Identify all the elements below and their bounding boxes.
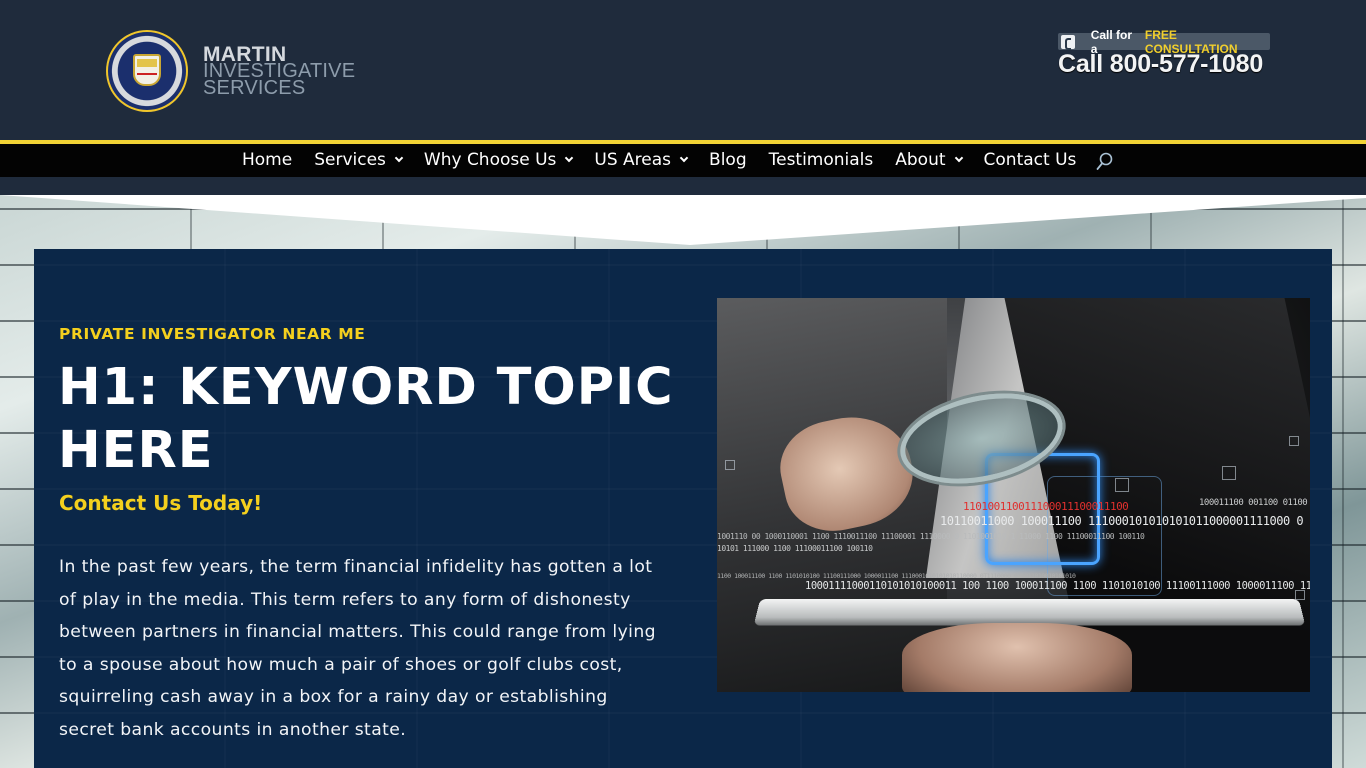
chevron-down-icon: [394, 153, 404, 162]
chevron-down-icon: [679, 153, 689, 162]
nav-item-label: Why Choose Us: [423, 150, 557, 170]
logo-wordmark: MARTIN INVESTIGATIVE SERVICES: [203, 44, 355, 99]
phone-icon: [1061, 34, 1075, 50]
logo-seal-icon: [106, 30, 188, 112]
chevron-down-icon: [565, 153, 574, 162]
free-consultation-bar: Call for a FREE CONSULTATION: [1058, 28, 1270, 56]
nav-item-why-choose-us[interactable]: Why Choose Us: [423, 150, 574, 170]
image-square: [1289, 436, 1299, 446]
nav-item-label: Home: [242, 150, 293, 170]
nav-item-services[interactable]: Services: [314, 150, 404, 170]
angled-divider: [0, 195, 1366, 245]
shield-emblem: [133, 54, 161, 86]
logo[interactable]: MARTIN INVESTIGATIVE SERVICES: [106, 30, 355, 112]
nav-item-label: US Areas: [594, 150, 672, 170]
chevron-down-icon: [954, 153, 963, 162]
search-icon[interactable]: [1096, 152, 1113, 171]
image-binary-right: 100011100 001100 01100 11: [1199, 498, 1310, 508]
nav-item-label: Testimonials: [768, 150, 874, 170]
nav-item-home[interactable]: Home: [242, 150, 292, 170]
nav-menu: Home Services Why Choose Us US Areas Blo…: [242, 150, 1098, 170]
phone-number[interactable]: Call 800-577-1080: [1058, 50, 1270, 79]
hero-body-text: In the past few years, the term financia…: [59, 557, 656, 740]
nav-item-contact-us[interactable]: Contact Us: [984, 150, 1077, 170]
nav-spacer: [0, 177, 1366, 195]
image-binary-left-1: 1001110 00 1000110001 1100 1110011100 11…: [717, 532, 1145, 541]
nav-item-testimonials[interactable]: Testimonials: [769, 150, 874, 170]
contact-us-today-link[interactable]: Contact Us Today!: [59, 491, 262, 515]
nav-item-label: Contact Us: [983, 150, 1077, 170]
logo-line-3: SERVICES: [203, 76, 306, 99]
image-binary-small: 1100 100011100 1100 1101010100 111001110…: [717, 572, 1076, 580]
nav-item-label: About: [895, 150, 946, 170]
image-square: [725, 460, 735, 470]
image-square: [1295, 590, 1305, 600]
image-hand-holding-tablet: [902, 623, 1132, 692]
hero-title: H1: KEYWORD TOPIC HERE: [58, 358, 674, 480]
image-square: [1222, 466, 1236, 480]
nav-item-blog[interactable]: Blog: [709, 150, 747, 170]
image-binary-left-2: 10101 111000 1100 11100011100 100110: [717, 544, 873, 553]
hero-eyebrow: PRIVATE INVESTIGATOR NEAR ME: [59, 325, 366, 343]
nav-item-us-areas[interactable]: US Areas: [594, 150, 689, 170]
nav-item-about[interactable]: About: [895, 150, 963, 170]
site-header: MARTIN INVESTIGATIVE SERVICES Call for a…: [0, 0, 1366, 140]
nav-item-label: Blog: [709, 150, 747, 170]
image-binary-red: 110100110011100011100011100: [963, 500, 1129, 513]
call-cta[interactable]: Call for a FREE CONSULTATION Call 800-57…: [1058, 28, 1270, 79]
image-binary-bottom: 10001111000110101010100011 100 1100 1000…: [805, 580, 1310, 592]
image-square: [1115, 478, 1129, 492]
image-binary-main: 10110011000 100011100 111000101010101011…: [940, 514, 1310, 528]
main-nav: Home Services Why Choose Us US Areas Blo…: [0, 144, 1366, 177]
image-tablet: [753, 598, 1306, 626]
nav-item-label: Services: [314, 150, 386, 170]
hero-image: 110100110011100011100011100 10110011000 …: [717, 298, 1310, 692]
